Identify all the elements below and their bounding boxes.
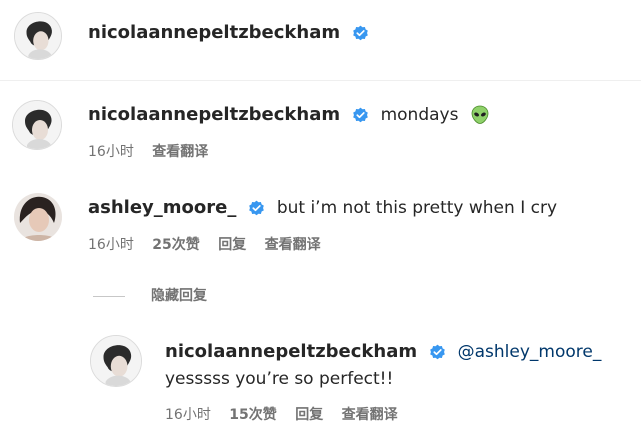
verified-badge-icon — [352, 107, 369, 124]
reply-text: yesssss you’re so perfect!! — [165, 369, 394, 389]
comment-text: but i’m not this pretty when I cry — [276, 198, 558, 218]
header-user: nicolaannepeltzbeckham — [88, 22, 369, 43]
reply-timestamp: 16小时 — [165, 407, 211, 423]
avatar-image — [91, 336, 141, 386]
caption-username[interactable]: nicolaannepeltzbeckham — [88, 104, 340, 125]
comment-translate-button[interactable]: 查看翻译 — [265, 234, 321, 254]
reply-meta: 16小时 15次赞 回复 查看翻译 — [165, 404, 412, 424]
reply-mention-link[interactable]: @ashley_moore_ — [458, 342, 602, 362]
verified-badge-icon — [429, 344, 446, 361]
header-divider — [0, 80, 641, 81]
reply-translate-button[interactable]: 查看翻译 — [342, 404, 398, 424]
reply-line: nicolaannepeltzbeckham @ashley_moore_ — [165, 341, 601, 362]
avatar[interactable] — [12, 100, 62, 150]
comment-line: ashley_moore_ but i’m not this pretty wh… — [88, 197, 557, 218]
avatar[interactable] — [14, 193, 62, 241]
caption-translate-button[interactable]: 查看翻译 — [152, 141, 208, 161]
verified-badge-icon — [248, 200, 265, 217]
caption-timestamp: 16小时 — [88, 144, 134, 160]
comment-reply-button[interactable]: 回复 — [218, 234, 246, 254]
caption-text: mondays — [380, 105, 459, 125]
caption-line: nicolaannepeltzbeckham mondays — [88, 104, 490, 125]
reply-reply-button[interactable]: 回复 — [295, 404, 323, 424]
avatar[interactable] — [14, 12, 62, 60]
reply-likes-link[interactable]: 15次赞 — [229, 404, 276, 424]
hide-replies-toggle[interactable]: 隐藏回复 — [93, 285, 207, 305]
hide-replies-label: 隐藏回复 — [151, 288, 207, 304]
comment-username[interactable]: ashley_moore_ — [88, 197, 236, 218]
header-username[interactable]: nicolaannepeltzbeckham — [88, 22, 340, 43]
avatar[interactable] — [90, 335, 142, 387]
avatar-image — [14, 193, 62, 241]
caption-meta: 16小时 查看翻译 — [88, 141, 222, 161]
verified-badge-icon — [352, 25, 369, 42]
hide-replies-line — [93, 295, 125, 297]
avatar-image — [13, 101, 61, 149]
comment-likes-link[interactable]: 25次赞 — [152, 234, 199, 254]
comments-panel: nicolaannepeltzbeckham nicolaannepeltzbe… — [0, 0, 641, 434]
avatar-image — [15, 13, 61, 59]
comment-meta: 16小时 25次赞 回复 查看翻译 — [88, 234, 335, 254]
comment-timestamp: 16小时 — [88, 237, 134, 253]
alien-emoji-icon — [470, 105, 490, 125]
reply-username[interactable]: nicolaannepeltzbeckham — [165, 341, 417, 362]
